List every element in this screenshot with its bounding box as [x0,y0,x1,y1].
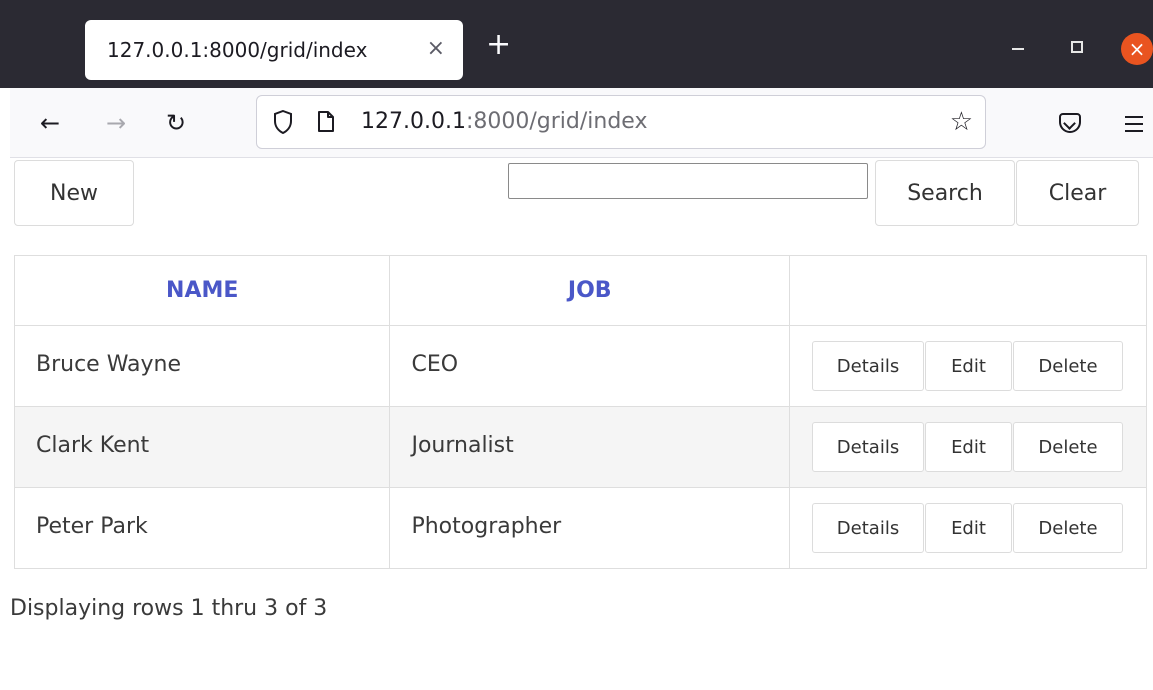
browser-navbar: ← → ↻ 127.0.0.1:8000/grid/index ☆ [10,88,1153,158]
cell-name: Peter Park [13,487,391,569]
grid-header-row: NAME JOB [13,255,1147,326]
star-icon[interactable]: ☆ [950,108,973,136]
cell-actions: Details Edit Delete [789,487,1147,569]
reload-icon[interactable]: ↻ [166,110,186,136]
address-bar[interactable]: 127.0.0.1:8000/grid/index ☆ [256,95,986,149]
tab-close-icon[interactable]: × [427,36,445,62]
maximize-icon[interactable] [1071,41,1083,53]
menu-icon[interactable] [1125,116,1143,137]
cell-actions: Details Edit Delete [789,325,1147,407]
window-close-icon[interactable]: × [1121,33,1153,65]
cell-job: CEO [389,325,791,407]
delete-button[interactable]: Delete [1013,422,1123,472]
details-button[interactable]: Details [812,503,924,553]
edit-button[interactable]: Edit [925,422,1012,472]
delete-button[interactable]: Delete [1013,341,1123,391]
cell-job: Journalist [389,406,791,488]
edit-button[interactable]: Edit [925,503,1012,553]
page-icon [318,111,334,132]
details-button[interactable]: Details [812,422,924,472]
back-arrow-icon[interactable]: ← [40,110,60,136]
cell-actions: Details Edit Delete [789,406,1147,488]
data-grid: NAME JOB Bruce Wayne CEO Details Edit De… [13,255,1147,569]
search-input[interactable] [508,163,868,199]
cell-job: Photographer [389,487,791,569]
new-tab-icon[interactable]: + [486,30,511,60]
url-path: :8000/grid/index [465,109,648,134]
shield-icon[interactable] [273,110,293,134]
cell-name: Bruce Wayne [13,325,391,407]
table-row: Bruce Wayne CEO Details Edit Delete [13,325,1147,407]
forward-arrow-icon[interactable]: → [106,110,126,136]
cell-name: Clark Kent [13,406,391,488]
table-row: Peter Park Photographer Details Edit Del… [13,487,1147,569]
header-name[interactable]: NAME [13,255,391,326]
browser-titlebar: 127.0.0.1:8000/grid/index × + × [0,0,1153,88]
details-button[interactable]: Details [812,341,924,391]
header-job[interactable]: JOB [389,255,791,326]
delete-button[interactable]: Delete [1013,503,1123,553]
new-button[interactable]: New [14,160,134,226]
rows-summary: Displaying rows 1 thru 3 of 3 [10,596,328,621]
header-actions [789,255,1147,326]
page-content: New Search Clear NAME JOB Bruce Wayne CE… [10,158,1153,690]
edit-button[interactable]: Edit [925,341,1012,391]
url-text[interactable]: 127.0.0.1:8000/grid/index [361,109,647,134]
url-host: 127.0.0.1 [361,109,466,134]
clear-button[interactable]: Clear [1016,160,1139,226]
browser-tab[interactable]: 127.0.0.1:8000/grid/index × [85,20,463,80]
table-row: Clark Kent Journalist Details Edit Delet… [13,406,1147,488]
minimize-icon[interactable] [1010,28,1026,52]
search-button[interactable]: Search [875,160,1015,226]
tab-title: 127.0.0.1:8000/grid/index [107,38,368,62]
pocket-icon[interactable] [1059,113,1081,133]
